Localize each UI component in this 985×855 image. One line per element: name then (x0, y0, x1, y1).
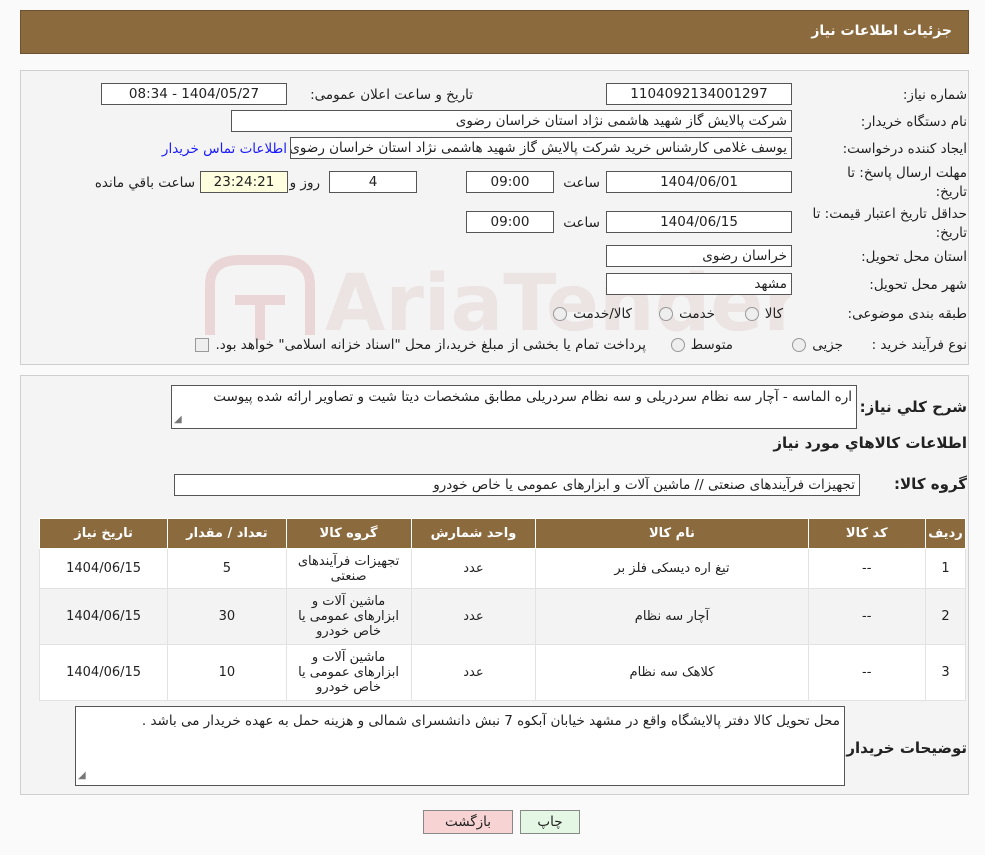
process-option-minor[interactable]: جزیی (792, 337, 843, 353)
goods-group-field: تجهیزات فرآیندهای صنعتی // ماشین آلات و … (174, 474, 860, 496)
goods-code-cell: -- (807, 644, 926, 701)
price-validity-time-field: 09:00 (466, 211, 554, 233)
goods-group-label: گروه کالا: (894, 475, 967, 493)
price-validity-label-date: تاریخ: (935, 225, 967, 241)
quantity-cell: 5 (167, 548, 287, 589)
deadline-label-date: تاریخ: (935, 184, 967, 200)
requester-field: یوسف غلامی کارشناس خرید شرکت پالایش گاز … (290, 137, 792, 159)
goods-group-cell: ماشین آلات و ابزارهای عمومی یا خاص خودرو (285, 644, 412, 701)
delivery-province-label: استان محل تحویل: (861, 249, 967, 265)
delivery-city-label: شهر محل تحویل: (869, 277, 967, 293)
col-goods-group: گروه کالا (285, 518, 412, 549)
price-validity-time-label: ساعت (563, 215, 600, 231)
unit-cell: عدد (410, 588, 537, 645)
page-title: جزئیات اطلاعات نیاز (811, 23, 952, 39)
process-medium-label: متوسط (690, 337, 733, 353)
col-goods-name: نام کالا (535, 518, 809, 549)
table-row: 3 -- کلاهک سه نظام عدد ماشین آلات و ابزا… (38, 644, 967, 701)
treasury-payment-note: پرداخت تمام یا بخشی از مبلغ خرید،از محل … (215, 337, 646, 353)
quantity-cell: 30 (167, 588, 287, 645)
col-need-date: تاریخ نیاز (38, 518, 169, 549)
goods-name-cell: کلاهک سه نظام (535, 644, 809, 701)
deadline-time-label: ساعت (563, 175, 600, 191)
category-goods-label: کالا (764, 306, 783, 322)
deadline-date-field: 1404/06/01 (606, 171, 792, 193)
delivery-city-field: مشهد (606, 273, 792, 295)
row-number-cell: 1 (924, 548, 967, 589)
category-option-service[interactable]: خدمت (659, 306, 715, 322)
unit-cell: عدد (410, 644, 537, 701)
purchase-process-label: نوع فرآیند خرید : (871, 337, 967, 353)
category-goods-radio[interactable] (744, 307, 759, 321)
remaining-time-field: 23:24:21 (200, 171, 288, 193)
deadline-label: مهلت ارسال پاسخ: تا (847, 165, 967, 181)
requester-label: ایجاد کننده درخواست: (842, 141, 967, 157)
goods-table-header: ردیف کد کالا نام کالا واحد شمارش گروه کا… (38, 518, 967, 549)
subject-category-label: طبقه بندی موضوعی: (847, 306, 967, 322)
table-row: 2 -- آچار سه نظام عدد ماشین آلات و ابزار… (38, 588, 967, 645)
process-minor-label: جزیی (812, 337, 843, 353)
category-option-goods-service[interactable]: کالا/خدمت (553, 306, 632, 322)
goods-code-cell: -- (807, 548, 926, 589)
goods-info-title: اطلاعات کالاهاي مورد نیاز (773, 434, 967, 452)
need-date-cell: 1404/06/15 (38, 644, 169, 701)
buyer-contact-link[interactable]: اطلاعات تماس خریدار (162, 141, 287, 157)
goods-name-cell: تیغ اره دیسکی فلز بر (535, 548, 809, 589)
print-button[interactable]: چاپ (520, 810, 580, 834)
need-number-field: 1104092134001297 (606, 83, 792, 105)
unit-cell: عدد (410, 548, 537, 589)
need-date-cell: 1404/06/15 (38, 548, 169, 589)
category-service-radio[interactable] (659, 307, 674, 321)
process-minor-radio[interactable] (792, 338, 807, 352)
goods-table: ردیف کد کالا نام کالا واحد شمارش گروه کا… (38, 518, 967, 701)
buyer-notes-textarea[interactable]: محل تحویل کالا دفتر پالایشگاه واقع در مش… (75, 706, 845, 786)
row-number-cell: 3 (924, 644, 967, 701)
col-goods-code: کد کالا (807, 518, 926, 549)
table-row: 1 -- تیغ اره دیسکی فلز بر عدد تجهیزات فر… (38, 548, 967, 589)
category-goods-service-radio[interactable] (553, 307, 568, 321)
buyer-notes-text: محل تحویل کالا دفتر پالایشگاه واقع در مش… (141, 713, 840, 729)
need-summary-textarea[interactable]: اره الماسه - آچار سه نظام سردریلی و سه ن… (171, 385, 857, 429)
treasury-payment-option[interactable]: پرداخت تمام یا بخشی از مبلغ خرید،از محل … (195, 337, 646, 353)
quantity-cell: 10 (167, 644, 287, 701)
goods-group-cell: ماشین آلات و ابزارهای عمومی یا خاص خودرو (285, 588, 412, 645)
buyer-org-label: نام دستگاه خریدار: (860, 114, 967, 130)
announce-date-label: تاریخ و ساعت اعلان عمومی: (310, 87, 473, 103)
remaining-days-field: 4 (329, 171, 417, 193)
need-summary-label: شرح کلي نیاز: (859, 398, 967, 416)
page-header: جزئیات اطلاعات نیاز (20, 10, 969, 54)
deadline-time-field: 09:00 (466, 171, 554, 193)
treasury-payment-checkbox[interactable] (195, 338, 210, 352)
resize-handle-icon[interactable]: ◢ (78, 767, 86, 785)
need-date-cell: 1404/06/15 (38, 588, 169, 645)
buyer-notes-label: توضیحات خریدار: (840, 739, 967, 757)
announce-date-field: 1404/05/27 - 08:34 (101, 83, 287, 105)
category-goods-service-label: کالا/خدمت (573, 306, 632, 322)
process-option-medium[interactable]: متوسط (670, 337, 733, 353)
col-quantity: تعداد / مقدار (167, 518, 287, 549)
category-option-goods[interactable]: کالا (744, 306, 783, 322)
row-number-cell: 2 (924, 588, 967, 645)
goods-code-cell: -- (807, 588, 926, 645)
back-button[interactable]: بازگشت (423, 810, 513, 834)
days-label: روز و (289, 175, 320, 191)
price-validity-label: حداقل تاریخ اعتبار قیمت: تا (812, 206, 967, 222)
goods-name-cell: آچار سه نظام (535, 588, 809, 645)
resize-handle-icon[interactable]: ◢ (174, 411, 182, 428)
remaining-time-label: ساعت باقي مانده (94, 175, 195, 191)
col-row-number: ردیف (924, 518, 967, 549)
category-service-label: خدمت (679, 306, 715, 322)
col-unit: واحد شمارش (410, 518, 537, 549)
delivery-province-field: خراسان رضوی (606, 245, 792, 267)
process-medium-radio[interactable] (670, 338, 685, 352)
buyer-org-field: شرکت پالایش گاز شهید هاشمی نژاد استان خر… (231, 110, 792, 132)
price-validity-date-field: 1404/06/15 (606, 211, 792, 233)
need-number-label: شماره نیاز: (902, 87, 967, 103)
need-summary-text: اره الماسه - آچار سه نظام سردریلی و سه ن… (213, 389, 852, 405)
goods-group-cell: تجهیزات فرآیندهای صنعتی (285, 548, 412, 589)
